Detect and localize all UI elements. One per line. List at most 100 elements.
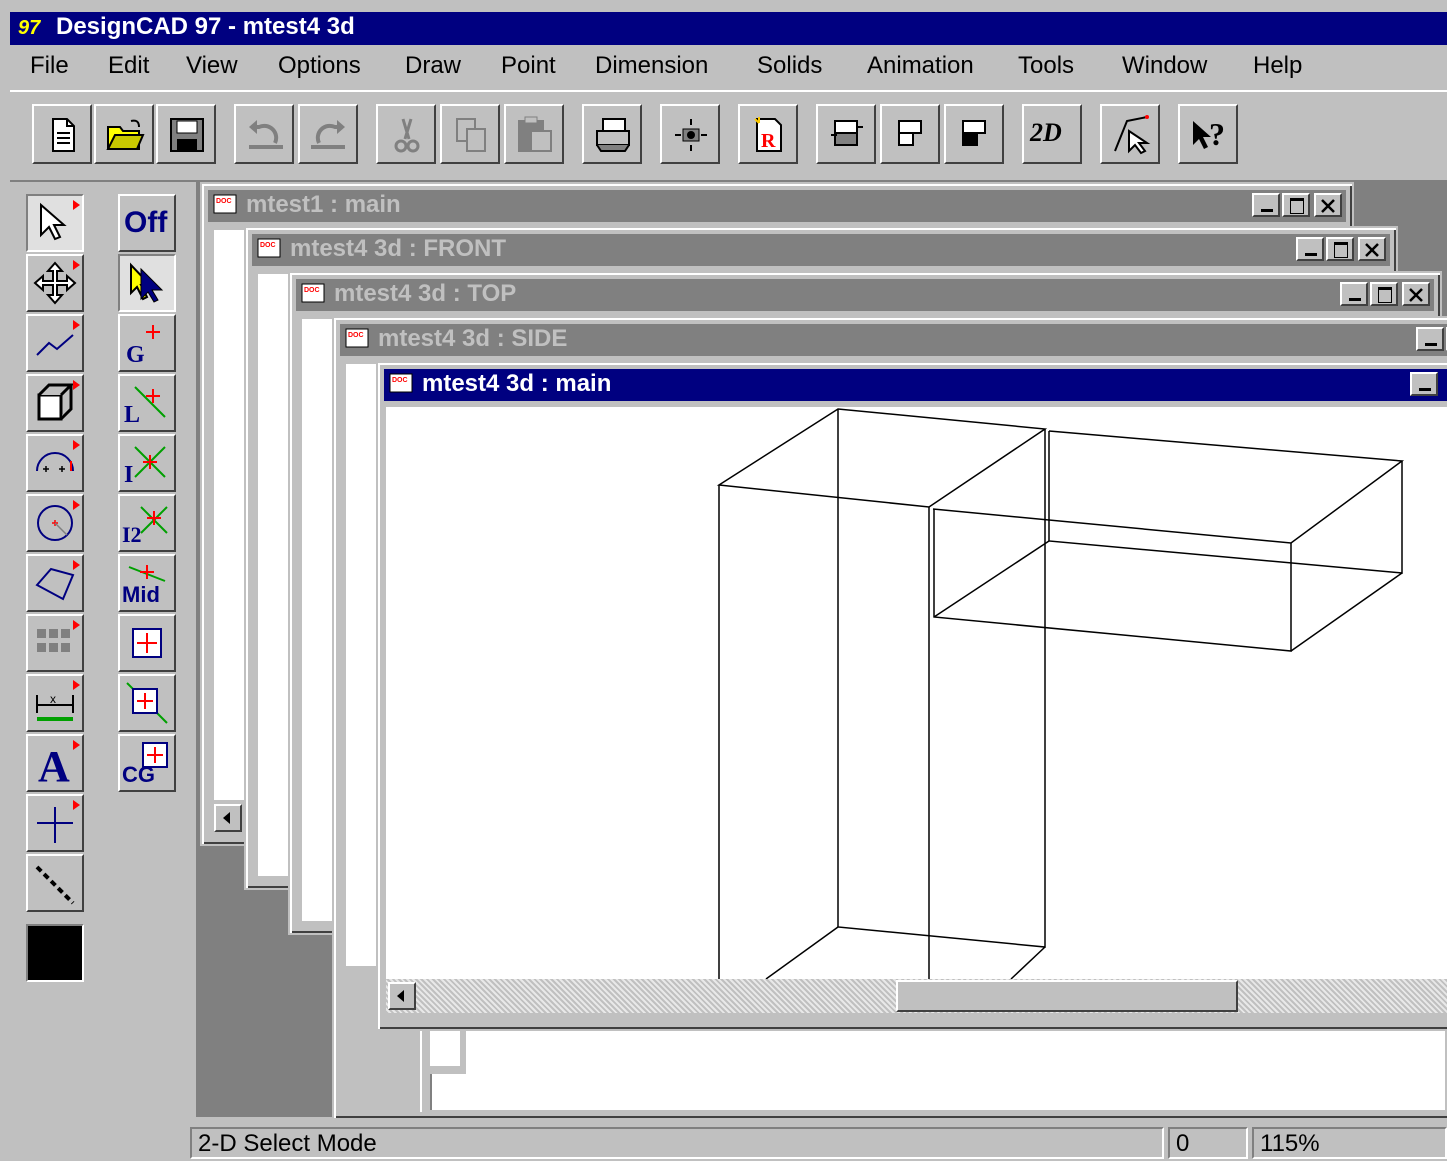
intersection-snap-icon[interactable]: I — [118, 434, 176, 492]
arc-icon[interactable] — [26, 434, 84, 492]
gravity-snap-icon[interactable]: G — [118, 314, 176, 372]
color-swatch[interactable] — [26, 924, 84, 982]
grid-icon[interactable] — [26, 614, 84, 672]
menu-edit[interactable]: Edit — [108, 52, 149, 80]
solid-cube-icon[interactable] — [26, 374, 84, 432]
child-title: mtest4 3d : FRONT — [290, 235, 507, 262]
horizontal-scrollbar[interactable] — [386, 979, 1447, 1013]
minimize-button[interactable] — [1340, 282, 1368, 306]
menu-point[interactable]: Point — [501, 52, 556, 80]
snap-off-button[interactable]: Off — [118, 194, 176, 252]
maximize-button[interactable] — [1370, 282, 1398, 306]
move-icon[interactable] — [26, 254, 84, 312]
menu-help[interactable]: Help — [1253, 52, 1302, 80]
child-title-bar[interactable]: DOC mtest4 3d : TOP — [296, 279, 1434, 311]
child-title-bar[interactable]: DOC mtest4 3d : FRONT — [252, 234, 1390, 266]
paste-icon[interactable] — [504, 104, 564, 164]
main-toolbar: R 2D ? — [10, 90, 1447, 182]
line-icon[interactable] — [26, 314, 84, 372]
child-title-bar[interactable]: DOC mtest4 3d : main — [384, 369, 1447, 401]
menu-options[interactable]: Options — [278, 52, 361, 80]
scroll-left-arrow[interactable] — [388, 982, 416, 1010]
midpoint-snap-icon[interactable]: Mid — [118, 554, 176, 612]
child-title-bar[interactable]: DOC mtest4 3d : SIDE — [340, 324, 1447, 356]
document-canvas[interactable] — [214, 230, 244, 800]
mdi-workspace: DOC mtest1 : main DOC mtest4 3d : FRONT — [196, 182, 1447, 1120]
menu-draw[interactable]: Draw — [405, 52, 461, 80]
menu-animation[interactable]: Animation — [867, 52, 974, 80]
minimize-button[interactable] — [1296, 237, 1324, 261]
close-button[interactable] — [1358, 237, 1386, 261]
submenu-indicator-icon — [73, 380, 80, 390]
circle-icon[interactable] — [26, 494, 84, 552]
menu-view[interactable]: View — [186, 52, 238, 80]
3d-wireframe-drawing — [716, 408, 1405, 979]
view-3-icon[interactable] — [944, 104, 1004, 164]
text-icon[interactable]: A — [26, 734, 84, 792]
polygon-icon[interactable] — [26, 554, 84, 612]
undo-icon[interactable] — [234, 104, 294, 164]
child-title-bar[interactable]: DOC mtest1 : main — [208, 190, 1346, 222]
svg-text:DOC: DOC — [392, 377, 408, 384]
minimize-button[interactable] — [1410, 372, 1438, 396]
app-title-bar[interactable]: 97 DesignCAD 97 - mtest4 3d — [10, 12, 1447, 45]
render-icon[interactable]: R — [738, 104, 798, 164]
axis-icon[interactable] — [26, 794, 84, 852]
dashed-line-icon[interactable] — [26, 854, 84, 912]
menu-dimension[interactable]: Dimension — [595, 52, 708, 80]
point-select-icon[interactable] — [1100, 104, 1160, 164]
minimize-button[interactable] — [1252, 193, 1280, 217]
print-icon[interactable] — [582, 104, 642, 164]
svg-text:DOC: DOC — [348, 332, 364, 339]
cut-icon[interactable] — [376, 104, 436, 164]
close-button[interactable] — [1314, 193, 1342, 217]
submenu-indicator-icon — [73, 800, 80, 810]
side-window-frame-corner — [420, 1026, 466, 1074]
line-snap-icon[interactable]: L — [118, 374, 176, 432]
view-center-icon[interactable] — [660, 104, 720, 164]
window-buttons — [1408, 372, 1438, 398]
2d-label: 2D — [1030, 118, 1062, 147]
redo-icon[interactable] — [298, 104, 358, 164]
help-pointer-icon[interactable]: ? — [1178, 104, 1238, 164]
menu-tools[interactable]: Tools — [1018, 52, 1074, 80]
select-arrow-icon[interactable] — [26, 194, 84, 252]
submenu-indicator-icon — [73, 440, 80, 450]
document-canvas[interactable] — [346, 364, 376, 966]
center-snap-icon[interactable] — [118, 614, 176, 672]
drawing-canvas[interactable] — [386, 407, 1447, 979]
document-canvas[interactable] — [302, 319, 332, 921]
designcad-app-icon[interactable]: 97 — [18, 16, 48, 40]
view-2-icon[interactable] — [880, 104, 940, 164]
menu-file[interactable]: File — [30, 52, 69, 80]
snap-palette: Off G L I I2 Mid CG — [110, 188, 182, 818]
2d-mode-icon[interactable]: 2D — [1022, 104, 1082, 164]
view-1-icon[interactable] — [816, 104, 876, 164]
minimize-button[interactable] — [1416, 327, 1444, 351]
document-canvas[interactable] — [258, 274, 288, 876]
dimension-icon[interactable]: x — [26, 674, 84, 732]
menu-solids[interactable]: Solids — [757, 52, 822, 80]
new-document-icon[interactable] — [32, 104, 92, 164]
copy-icon[interactable] — [440, 104, 500, 164]
submenu-indicator-icon — [73, 260, 80, 270]
submenu-indicator-icon — [73, 680, 80, 690]
snap-select-arrow-icon[interactable] — [118, 254, 176, 312]
cg-snap-icon[interactable]: CG — [118, 734, 176, 792]
draw-tools-palette: x A — [22, 188, 94, 1004]
maximize-button[interactable] — [1326, 237, 1354, 261]
close-button[interactable] — [1402, 282, 1430, 306]
open-folder-icon[interactable] — [94, 104, 154, 164]
child-window-main-active[interactable]: DOC mtest4 3d : main — [376, 361, 1447, 1031]
menu-window[interactable]: Window — [1122, 52, 1207, 80]
intersection2-snap-icon[interactable]: I2 — [118, 494, 176, 552]
perpendicular-snap-icon[interactable] — [118, 674, 176, 732]
app-title: DesignCAD 97 - mtest4 3d — [56, 13, 355, 40]
maximize-button[interactable] — [1282, 193, 1310, 217]
save-disk-icon[interactable] — [156, 104, 216, 164]
scroll-left-arrow[interactable] — [214, 804, 242, 832]
submenu-indicator-icon — [73, 620, 80, 630]
submenu-indicator-icon — [73, 500, 80, 510]
scrollbar-thumb[interactable] — [896, 980, 1238, 1012]
window-buttons — [1250, 193, 1342, 219]
